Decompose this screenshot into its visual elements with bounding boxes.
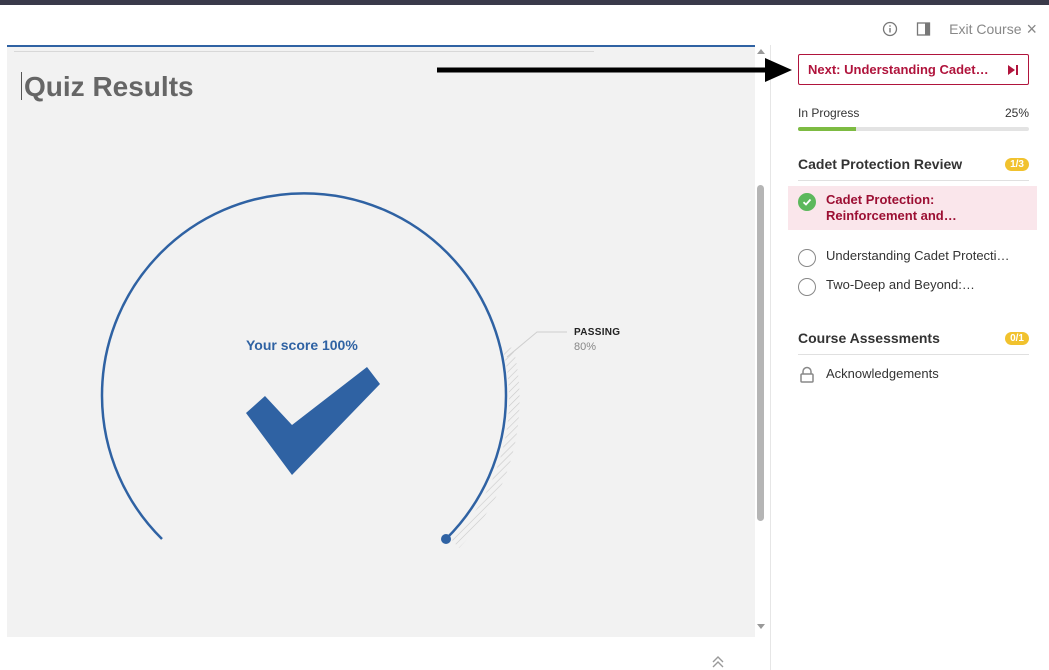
section-header-course-assessments[interactable]: Course Assessments 0/1 [798, 330, 1029, 355]
section-progress-badge: 1/3 [1005, 157, 1029, 171]
passing-label: PASSING [574, 327, 621, 338]
scroll-thumb[interactable] [757, 185, 764, 521]
scroll-up-arrow[interactable] [757, 49, 765, 54]
lock-icon [798, 366, 816, 384]
lesson-label: Two-Deep and Beyond:… [826, 277, 975, 292]
lesson-item-active[interactable]: Cadet Protection: Reinforcement and… [788, 186, 1037, 230]
score-gauge [100, 192, 567, 548]
content-scrollbar[interactable] [755, 45, 767, 637]
next-lesson-button[interactable]: Next: Understanding Cadet… [798, 54, 1029, 85]
lesson-label: Acknowledgements [826, 366, 939, 381]
score-arc-endpoint [441, 534, 451, 544]
score-arc [100, 192, 508, 540]
passing-marker-line [506, 331, 567, 358]
exit-course-label: Exit Course [949, 21, 1022, 37]
section-progress-badge: 0/1 [1005, 331, 1029, 345]
scroll-down-arrow[interactable] [757, 624, 765, 629]
lesson-content-frame: Quiz Results Your score 100% PASSING 80% [7, 45, 755, 637]
empty-circle-icon [798, 278, 816, 296]
section-title: Cadet Protection Review [798, 156, 963, 172]
lesson-label: Understanding Cadet Protecti… [826, 248, 1010, 263]
checkmark-icon [246, 367, 380, 475]
info-icon[interactable] [881, 20, 899, 38]
close-icon: × [1026, 19, 1037, 39]
progress-bar-fill [798, 127, 856, 131]
passing-value: 80% [574, 341, 597, 353]
course-sidebar: Next: Understanding Cadet… In Progress 2… [770, 45, 1049, 670]
progress-row: In Progress 25% [798, 106, 1029, 120]
next-lesson-label: Next: Understanding Cadet… [808, 62, 989, 77]
lesson-item[interactable]: Two-Deep and Beyond:… [788, 277, 1037, 296]
scroll-to-top-icon[interactable] [710, 655, 726, 669]
lesson-label: Cadet Protection: Reinforcement and… [826, 192, 957, 223]
progress-bar [798, 127, 1029, 131]
lesson-item-locked[interactable]: Acknowledgements [788, 366, 1037, 384]
check-circle-icon [798, 193, 816, 211]
progress-status: In Progress [798, 106, 860, 120]
progress-percent: 25% [1004, 106, 1029, 120]
empty-circle-icon [798, 249, 816, 267]
top-actions: Exit Course × [881, 18, 1037, 40]
section-header-cadet-protection-review[interactable]: Cadet Protection Review 1/3 [798, 156, 1029, 181]
score-label: Your score 100% [246, 337, 358, 353]
top-bar [0, 0, 1049, 5]
exit-course-button[interactable]: Exit Course × [949, 20, 1037, 38]
section-title: Course Assessments [798, 330, 940, 346]
passing-zone [452, 347, 520, 548]
sidebar-toggle-icon[interactable] [915, 20, 933, 38]
lesson-item[interactable]: Understanding Cadet Protecti… [788, 248, 1037, 267]
skip-next-icon [1008, 64, 1018, 75]
